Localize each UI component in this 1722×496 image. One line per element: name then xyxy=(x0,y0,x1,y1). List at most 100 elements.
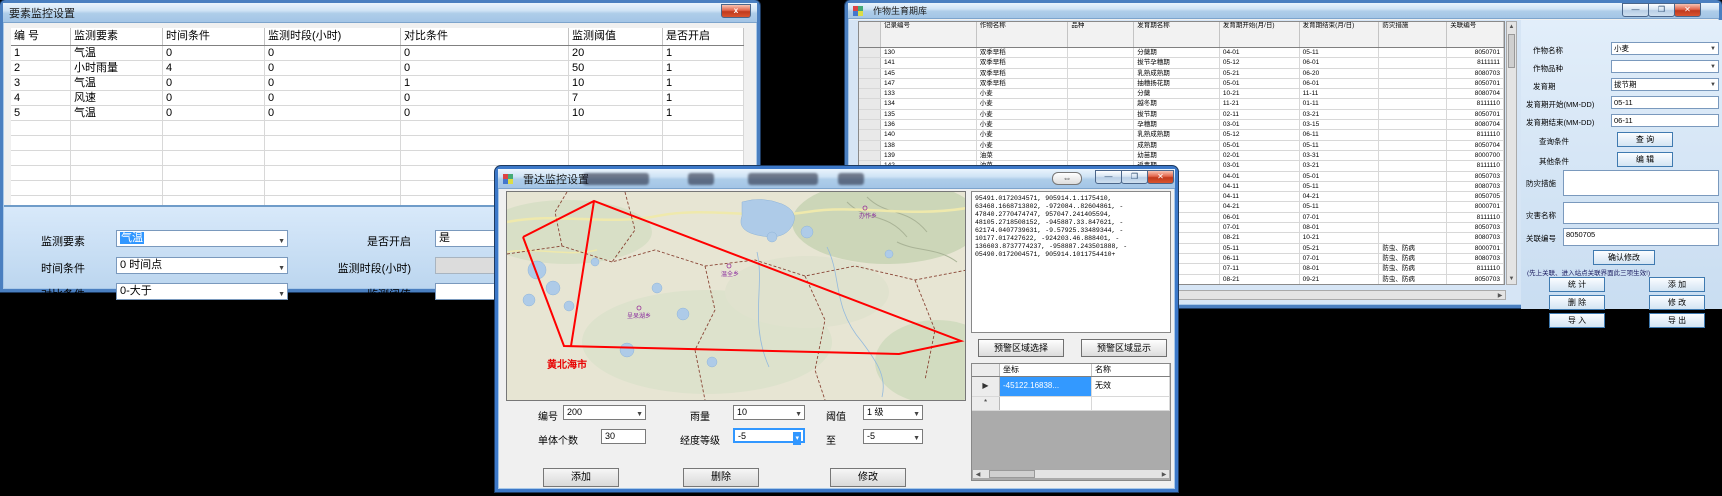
cell-count-field[interactable]: 30 xyxy=(601,429,646,444)
table-row[interactable]: 135小麦拔节期02-1103-218050701 xyxy=(859,110,1504,120)
map-view[interactable]: 办作乡 温全乡 呈呆湖乡 黄北海市 xyxy=(506,191,966,401)
table-header-cell[interactable]: 监测要素 xyxy=(71,28,163,45)
grid-header-cell[interactable]: 名称 xyxy=(1092,364,1170,376)
table-row[interactable]: 2小时雨量400501 xyxy=(11,61,744,76)
select-warning-region-button[interactable]: 预警区域选择 xyxy=(978,339,1064,357)
table-row[interactable]: 134小麦越冬期11-2101-118111110 xyxy=(859,99,1504,109)
chevron-down-icon[interactable]: ▼ xyxy=(278,287,285,302)
table-row[interactable]: 130双季早稻分蘖期04-0105-118050701 xyxy=(859,48,1504,58)
export-button[interactable]: 导 出 xyxy=(1649,313,1705,328)
scroll-right-icon[interactable]: ▶ xyxy=(1495,292,1505,299)
table-row[interactable]: 141双季早稻拔节孕穗期05-1206-018111111 xyxy=(859,58,1504,68)
import-button[interactable]: 导 入 xyxy=(1549,313,1605,328)
crop-name-combo[interactable]: 小麦 ▼ xyxy=(1611,42,1719,55)
close-button[interactable]: ✕ xyxy=(1674,3,1701,17)
query-button[interactable]: 查 询 xyxy=(1617,132,1673,147)
table-header-cell[interactable]: 发育期结束(月/日) xyxy=(1300,22,1380,47)
table-vertical-scrollbar[interactable]: ▲ ▼ xyxy=(1506,21,1517,285)
row-header-cell[interactable] xyxy=(859,69,881,78)
row-header-cell[interactable] xyxy=(859,79,881,88)
titlebar[interactable]: 要素监控设置 xyxy=(3,3,757,23)
table-header-cell[interactable]: 发育期名称 xyxy=(1134,22,1220,47)
grid-row-selected[interactable]: ▶-45122.16838...无效 xyxy=(972,377,1170,397)
chevron-down-icon[interactable]: ▼ xyxy=(1710,80,1716,91)
table-row[interactable]: 4风速00071 xyxy=(11,91,744,106)
row-header-cell[interactable] xyxy=(859,48,881,57)
time-condition-combo[interactable]: 0 时间点 ▼ xyxy=(116,257,288,274)
table-header-cell[interactable]: 关联编号 xyxy=(1447,22,1504,47)
grid-horizontal-scrollbar[interactable]: ◀ ▶ xyxy=(972,469,1170,479)
stage-start-field[interactable]: 05-11 xyxy=(1611,96,1719,109)
modify-button[interactable]: 修 改 xyxy=(1649,295,1705,310)
table-row[interactable]: 140小麦乳熟成熟期05-1206-118111110 xyxy=(859,130,1504,140)
table-header-cell[interactable]: 对比条件 xyxy=(401,28,569,45)
grade-combo[interactable]: -5 ▾ xyxy=(733,428,805,443)
table-row[interactable]: 133小麦分蘖10-2111-118080704 xyxy=(859,89,1504,99)
table-row[interactable]: 139油菜幼苗期02-0103-318000700 xyxy=(859,151,1504,161)
row-header-cell[interactable] xyxy=(859,120,881,129)
chevron-down-icon[interactable]: ▼ xyxy=(913,408,920,421)
compare-condition-combo[interactable]: 0-大于 ▼ xyxy=(116,283,288,300)
scrollbar-thumb[interactable] xyxy=(1508,34,1515,68)
chevron-down-icon[interactable]: ▼ xyxy=(636,408,643,421)
monitor-element-combo[interactable]: 气温 ▼ xyxy=(116,230,288,247)
table-row[interactable]: 138小麦成熟期05-0105-118050704 xyxy=(859,141,1504,151)
table-header-cell[interactable]: 是否开启 xyxy=(663,28,744,45)
scroll-down-icon[interactable]: ▼ xyxy=(1507,274,1516,284)
close-button[interactable]: ✕ xyxy=(1147,170,1174,184)
scroll-left-icon[interactable]: ◀ xyxy=(973,471,983,478)
disaster-field[interactable] xyxy=(1563,202,1719,224)
table-header-cell[interactable]: 防灾措施 xyxy=(1379,22,1447,47)
row-header-cell[interactable] xyxy=(859,110,881,119)
scrollbar-thumb[interactable] xyxy=(989,470,1035,478)
close-button[interactable]: x xyxy=(721,4,751,18)
edit-button[interactable]: 编 辑 xyxy=(1617,152,1673,167)
stage-end-field[interactable]: 06-11 xyxy=(1611,114,1719,127)
chevron-down-icon[interactable]: ▼ xyxy=(795,408,802,421)
table-header-cell[interactable]: 品种 xyxy=(1068,22,1134,47)
table-row[interactable]: 136小麦孕穗期03-0103-158080704 xyxy=(859,120,1504,130)
row-header-cell[interactable] xyxy=(859,151,881,160)
polygon-coordinates-text[interactable]: 95491.0172034571, 905914.1.1175410, 6346… xyxy=(971,191,1171,333)
table-header-cell[interactable]: 记录编号 xyxy=(881,22,977,47)
grid-new-row[interactable]: * xyxy=(972,397,1170,411)
row-header-cell[interactable] xyxy=(859,99,881,108)
table-header-cell[interactable]: 时间条件 xyxy=(163,28,265,45)
modify-button[interactable]: 修改 xyxy=(830,468,906,487)
row-header-cell[interactable] xyxy=(859,58,881,67)
table-header-cell[interactable]: 监测阈值 xyxy=(569,28,663,45)
number-combo[interactable]: 200 ▼ xyxy=(563,405,646,420)
chevron-down-icon[interactable]: ▼ xyxy=(1710,44,1716,55)
to-combo[interactable]: -5 ▼ xyxy=(863,429,923,444)
table-row[interactable]: 3气温001101 xyxy=(11,76,744,91)
grid-header-cell[interactable]: 坐标 xyxy=(1000,364,1092,376)
titlebar[interactable]: 作物生育期库 xyxy=(848,3,1719,19)
stats-button[interactable]: 统 计 xyxy=(1549,277,1605,292)
show-warning-region-button[interactable]: 预警区域显示 xyxy=(1081,339,1167,357)
table-row[interactable]: 147双季早稻抽穗扬花期05-0106-018050701 xyxy=(859,79,1504,89)
relation-field[interactable]: 8050705 xyxy=(1563,228,1719,246)
row-header-cell[interactable] xyxy=(859,141,881,150)
scroll-up-icon[interactable]: ▲ xyxy=(1507,22,1516,32)
chevron-down-icon[interactable]: ▼ xyxy=(278,234,285,249)
table-header-cell[interactable]: 编 号 xyxy=(11,28,71,45)
measures-field[interactable] xyxy=(1563,170,1719,196)
maximize-button[interactable]: ❐ xyxy=(1648,3,1675,17)
delete-button[interactable]: 删除 xyxy=(683,468,759,487)
minimize-button[interactable]: — xyxy=(1622,3,1649,17)
threshold-combo[interactable]: 1 级 ▼ xyxy=(863,405,923,420)
maximize-button[interactable]: ❐ xyxy=(1121,170,1148,184)
table-header-cell[interactable]: 监测时段(小时) xyxy=(265,28,401,45)
scroll-right-icon[interactable]: ▶ xyxy=(1159,471,1169,478)
table-row[interactable]: 1气温000201 xyxy=(11,46,744,61)
table-header-cell[interactable]: 作物名称 xyxy=(977,22,1069,47)
stage-combo[interactable]: 拔节期 ▼ xyxy=(1611,78,1719,91)
table-row[interactable]: 5气温000101 xyxy=(11,106,744,121)
chevron-down-icon[interactable]: ▼ xyxy=(278,261,285,276)
chevron-down-icon[interactable]: ▾ xyxy=(793,432,801,445)
add-button[interactable]: 添 加 xyxy=(1649,277,1705,292)
resize-handle-button[interactable]: ⇔ xyxy=(1052,172,1082,185)
chevron-down-icon[interactable]: ▼ xyxy=(913,432,920,445)
add-button[interactable]: 添加 xyxy=(543,468,619,487)
minimize-button[interactable]: — xyxy=(1095,170,1122,184)
